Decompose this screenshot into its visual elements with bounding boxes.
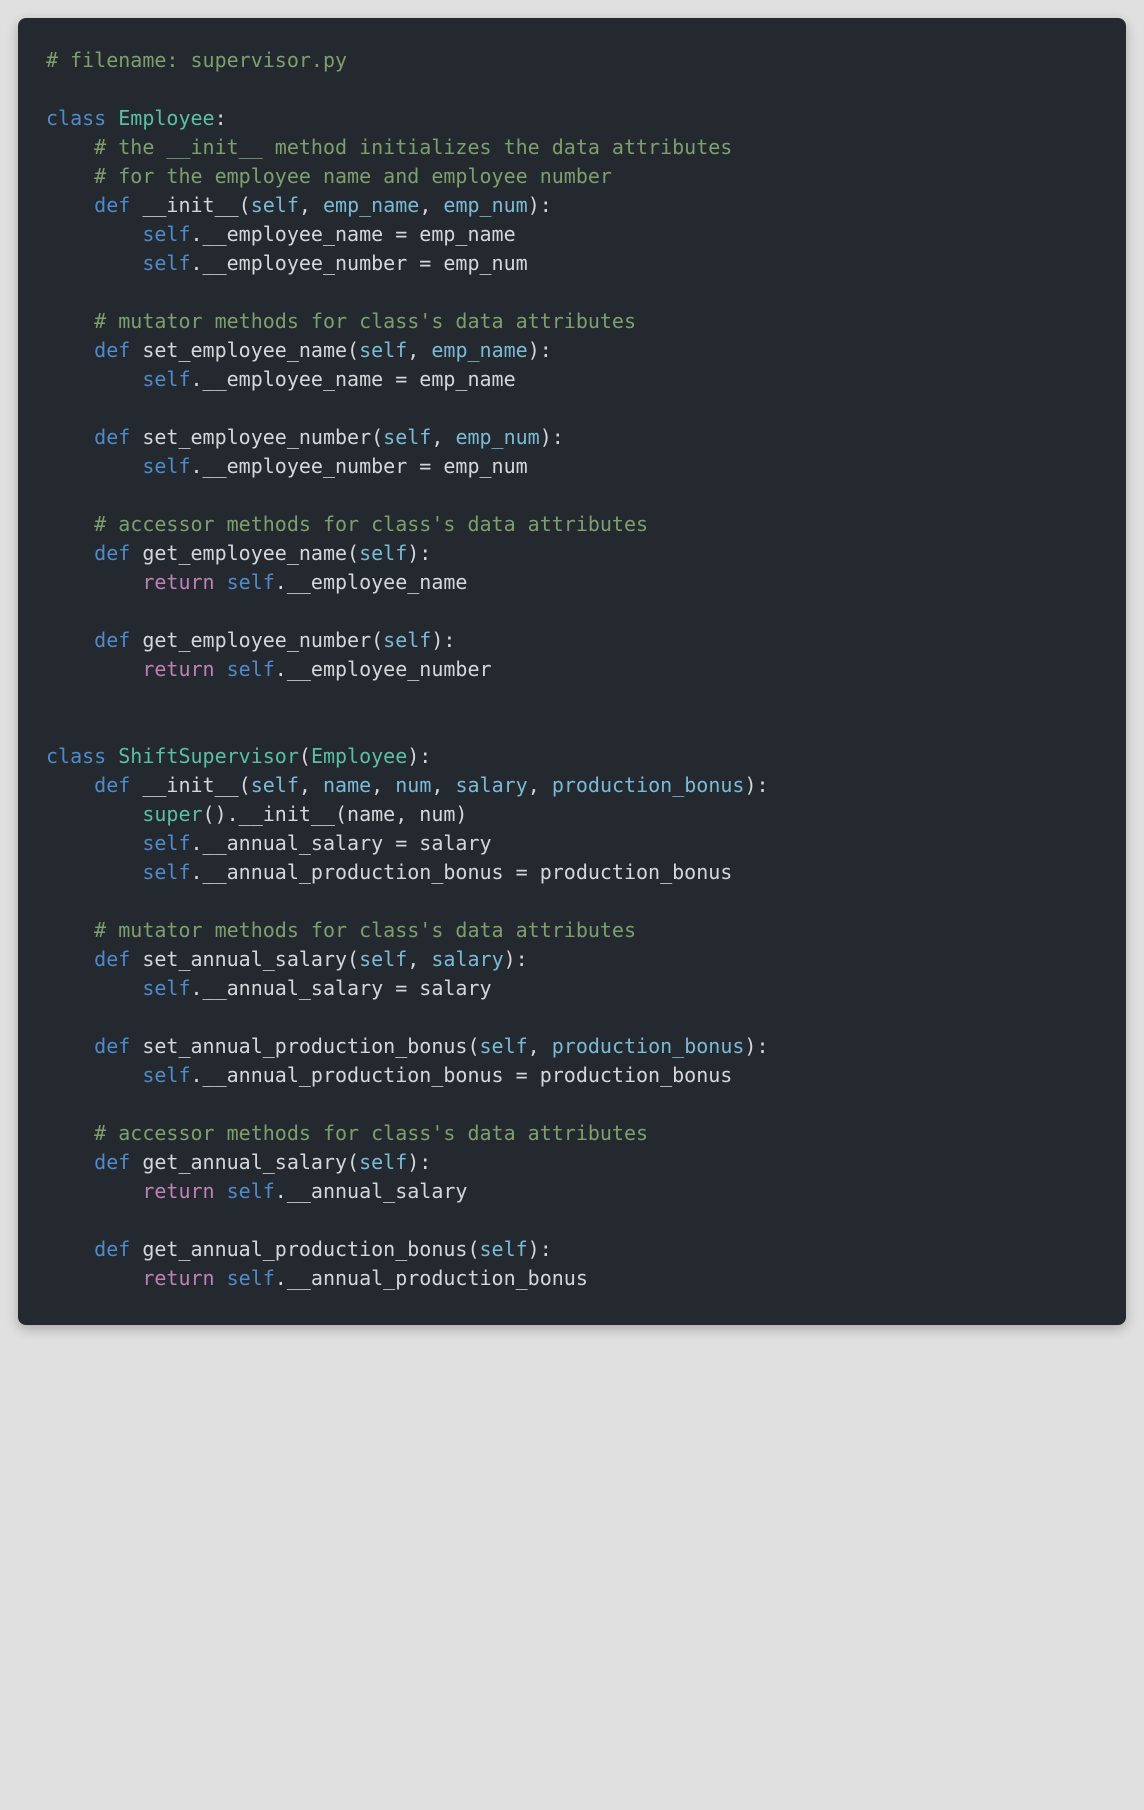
base-class: Employee: [311, 744, 407, 768]
fn-name: set_annual_salary: [142, 947, 347, 971]
param: emp_num: [443, 193, 527, 217]
self-ref: self: [227, 1266, 275, 1290]
param: self: [480, 1237, 528, 1261]
self-ref: self: [142, 1063, 190, 1087]
self-ref: self: [142, 251, 190, 275]
kw-return: return: [142, 1179, 214, 1203]
kw-def: def: [94, 773, 130, 797]
param: salary: [431, 947, 503, 971]
kw-def: def: [94, 193, 130, 217]
code-text: .__annual_salary: [275, 1179, 468, 1203]
code-text: .__annual_production_bonus = production_…: [191, 860, 733, 884]
code-text: .__employee_number = emp_num: [191, 251, 528, 275]
kw-return: return: [142, 657, 214, 681]
kw-return: return: [142, 570, 214, 594]
fn-name: set_employee_name: [142, 338, 347, 362]
param: name: [323, 773, 371, 797]
code-text: .__annual_salary = salary: [191, 831, 492, 855]
self-ref: self: [142, 367, 190, 391]
fn-name: __init__: [142, 193, 238, 217]
kw-class: class: [46, 106, 106, 130]
code-comment: # accessor methods for class's data attr…: [94, 512, 648, 536]
self-ref: self: [142, 976, 190, 1000]
code-text: .__annual_production_bonus: [275, 1266, 588, 1290]
param: self: [251, 773, 299, 797]
param: self: [480, 1034, 528, 1058]
code-comment: # mutator methods for class's data attri…: [94, 309, 636, 333]
param: self: [383, 628, 431, 652]
class-name: Employee: [118, 106, 214, 130]
super-call: super: [142, 802, 202, 826]
param: num: [395, 773, 431, 797]
param: emp_name: [323, 193, 419, 217]
param: self: [383, 425, 431, 449]
fn-name: set_employee_number: [142, 425, 371, 449]
class-name: ShiftSupervisor: [118, 744, 299, 768]
self-ref: self: [142, 860, 190, 884]
param: self: [251, 193, 299, 217]
param: salary: [455, 773, 527, 797]
kw-def: def: [94, 1150, 130, 1174]
self-ref: self: [142, 831, 190, 855]
fn-name: get_employee_number: [142, 628, 371, 652]
kw-def: def: [94, 947, 130, 971]
code-block: # filename: supervisor.py class Employee…: [18, 18, 1126, 1325]
code-comment: # accessor methods for class's data attr…: [94, 1121, 648, 1145]
code-text: .__employee_name = emp_name: [191, 367, 516, 391]
fn-name: set_annual_production_bonus: [142, 1034, 467, 1058]
kw-return: return: [142, 1266, 214, 1290]
self-ref: self: [227, 570, 275, 594]
param: self: [359, 338, 407, 362]
param: self: [359, 947, 407, 971]
fn-name: __init__: [142, 773, 238, 797]
code-text: .__annual_salary = salary: [191, 976, 492, 1000]
kw-def: def: [94, 1237, 130, 1261]
kw-def: def: [94, 1034, 130, 1058]
code-text: .__annual_production_bonus = production_…: [191, 1063, 733, 1087]
param: self: [359, 1150, 407, 1174]
code-content: # filename: supervisor.py class Employee…: [46, 46, 1098, 1293]
code-comment: # the __init__ method initializes the da…: [94, 135, 732, 159]
param: self: [359, 541, 407, 565]
self-ref: self: [142, 454, 190, 478]
self-ref: self: [142, 222, 190, 246]
param: emp_name: [431, 338, 527, 362]
self-ref: self: [227, 657, 275, 681]
param: production_bonus: [552, 1034, 745, 1058]
kw-def: def: [94, 628, 130, 652]
param: production_bonus: [552, 773, 745, 797]
fn-name: get_annual_salary: [142, 1150, 347, 1174]
fn-name: get_employee_name: [142, 541, 347, 565]
kw-def: def: [94, 425, 130, 449]
code-text: .__employee_name: [275, 570, 468, 594]
self-ref: self: [227, 1179, 275, 1203]
code-text: .__employee_name = emp_name: [191, 222, 516, 246]
code-text: .__employee_number = emp_num: [191, 454, 528, 478]
code-text: .__employee_number: [275, 657, 492, 681]
fn-name: get_annual_production_bonus: [142, 1237, 467, 1261]
kw-def: def: [94, 338, 130, 362]
kw-class: class: [46, 744, 106, 768]
kw-def: def: [94, 541, 130, 565]
code-comment: # filename: supervisor.py: [46, 48, 347, 72]
param: emp_num: [455, 425, 539, 449]
code-comment: # for the employee name and employee num…: [94, 164, 612, 188]
code-text: ().__init__(name, num): [203, 802, 468, 826]
code-comment: # mutator methods for class's data attri…: [94, 918, 636, 942]
